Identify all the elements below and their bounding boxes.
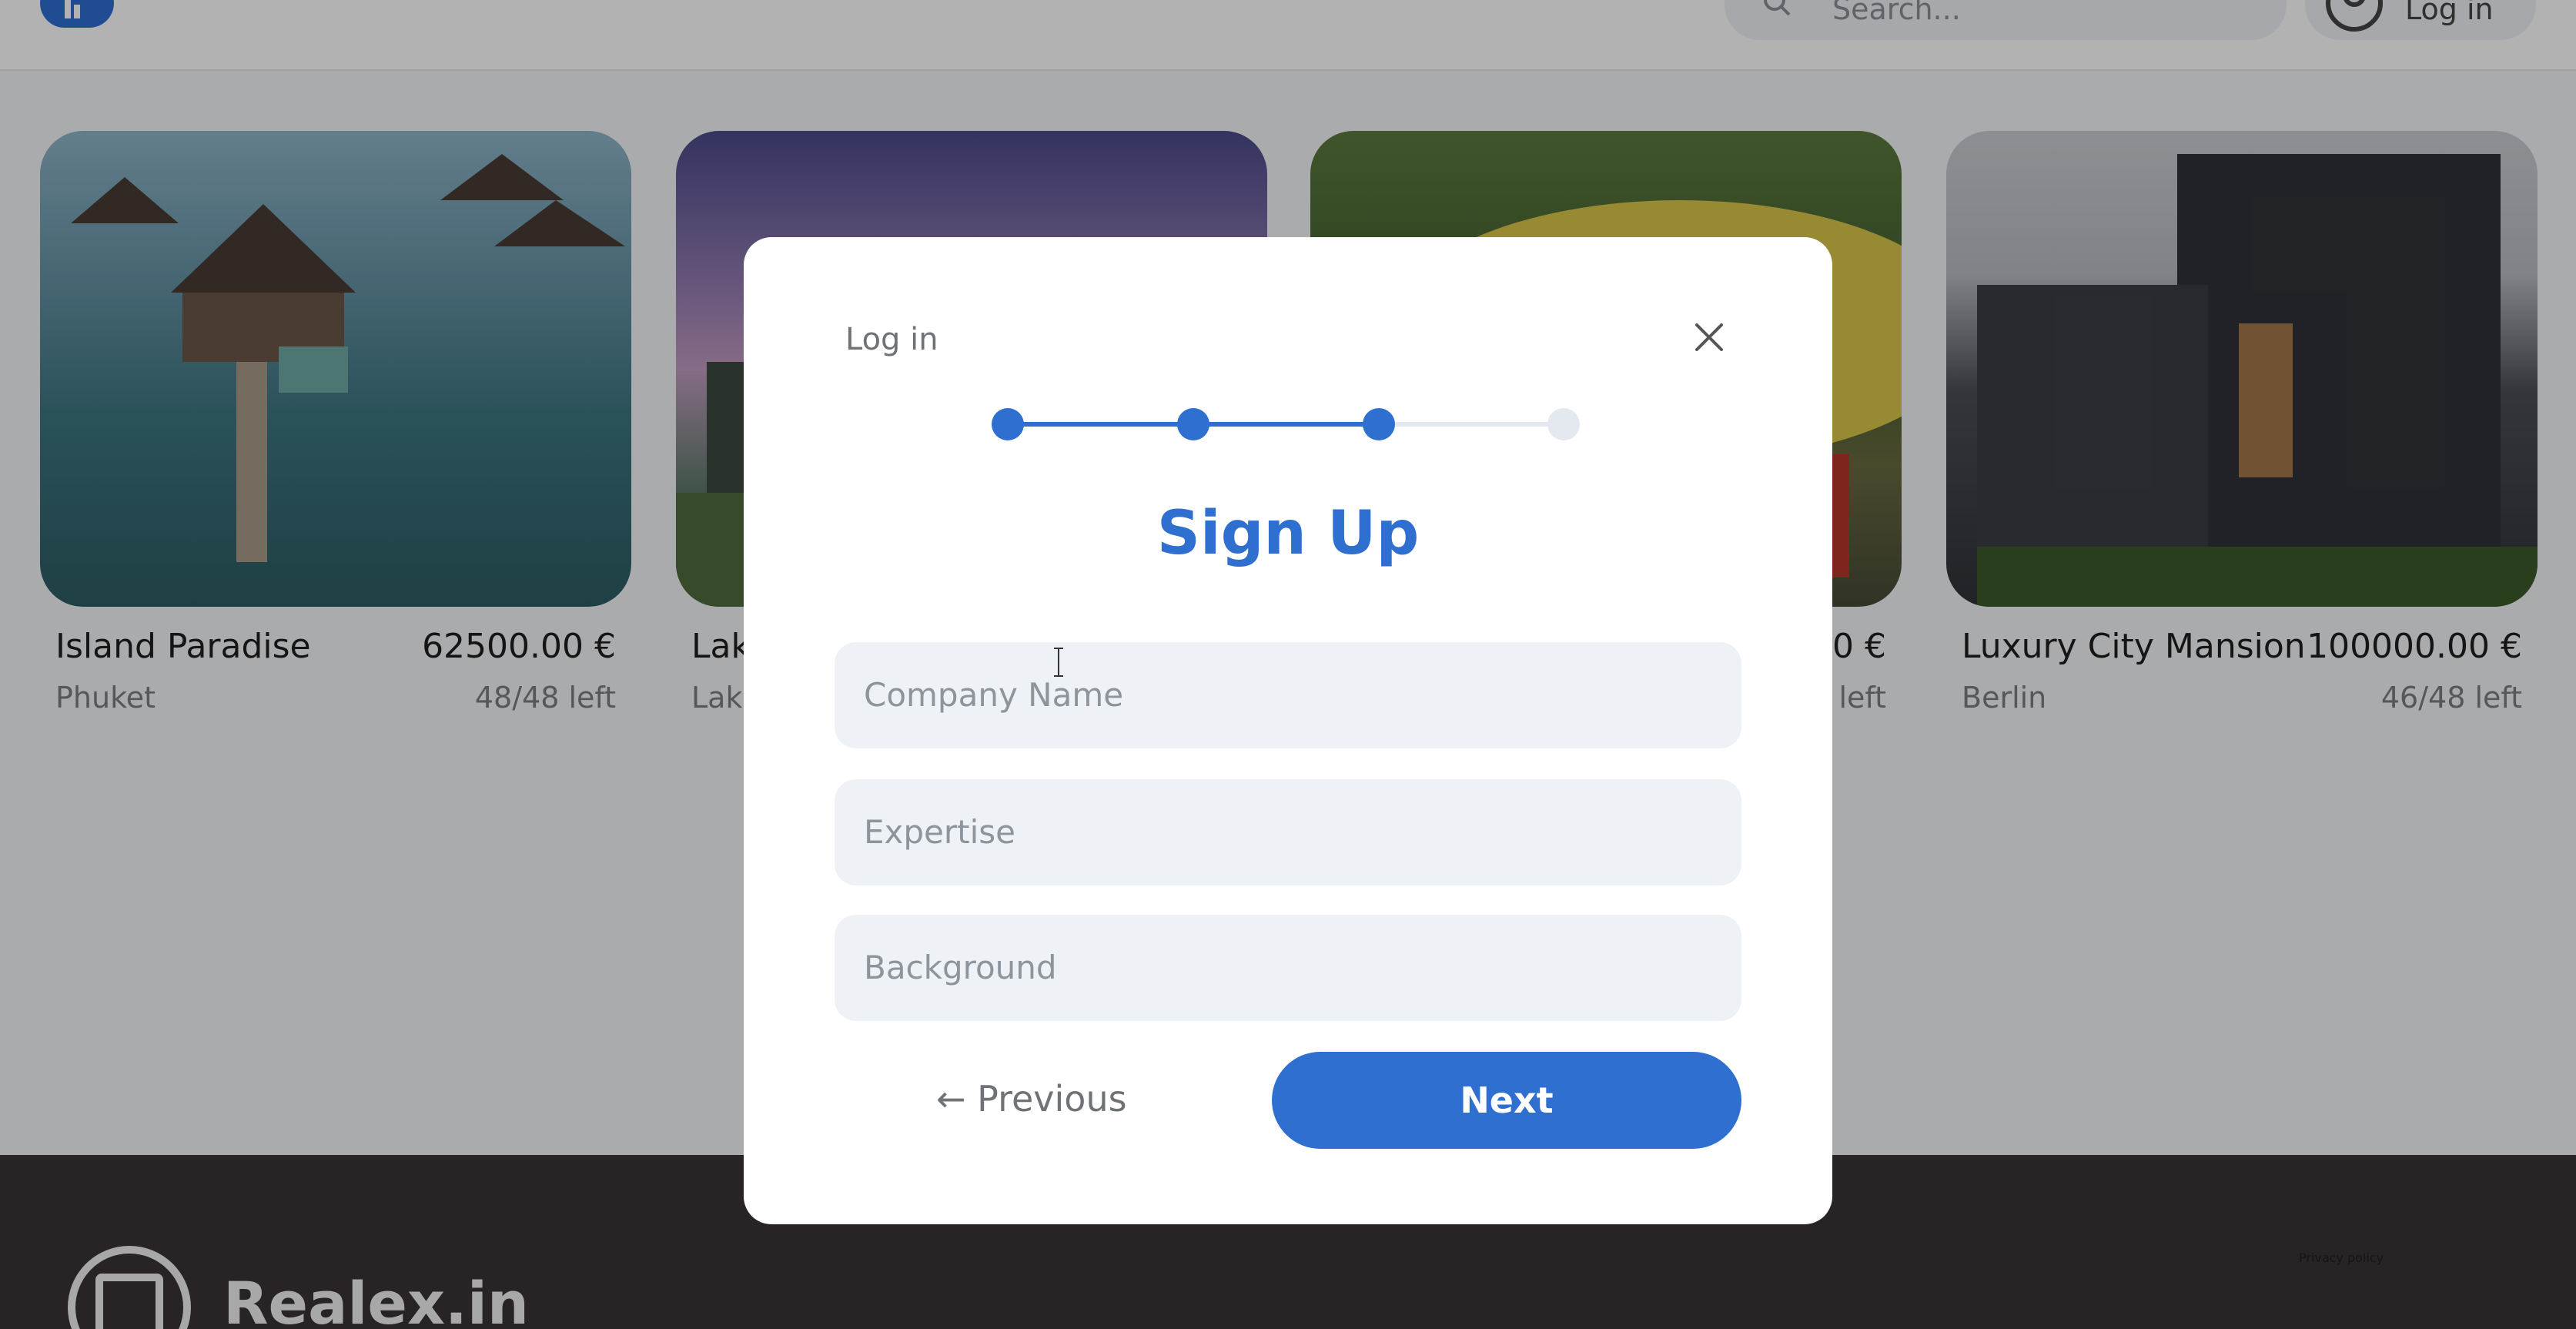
next-button[interactable]: Next (1272, 1052, 1741, 1149)
background-input[interactable]: Background (835, 915, 1741, 1021)
step-dot-4 (1547, 408, 1580, 440)
progress-stepper (992, 407, 1580, 444)
previous-button[interactable]: ← Previous (936, 1052, 1213, 1144)
step-dot-2 (1177, 408, 1209, 440)
text-cursor-icon (1054, 648, 1063, 677)
modal-title: Sign Up (1156, 499, 1420, 568)
step-connector (1380, 422, 1566, 427)
login-link[interactable]: Log in (845, 322, 938, 357)
company-name-input[interactable]: Company Name (835, 642, 1741, 748)
signup-modal: Log in Sign Up Company Name Expertise Ba… (744, 237, 1832, 1224)
previous-label: ← Previous (936, 1078, 1127, 1120)
close-icon[interactable] (1691, 319, 1728, 356)
expertise-input[interactable]: Expertise (835, 779, 1741, 885)
step-dot-3 (1363, 408, 1395, 440)
step-dot-1 (992, 408, 1024, 440)
